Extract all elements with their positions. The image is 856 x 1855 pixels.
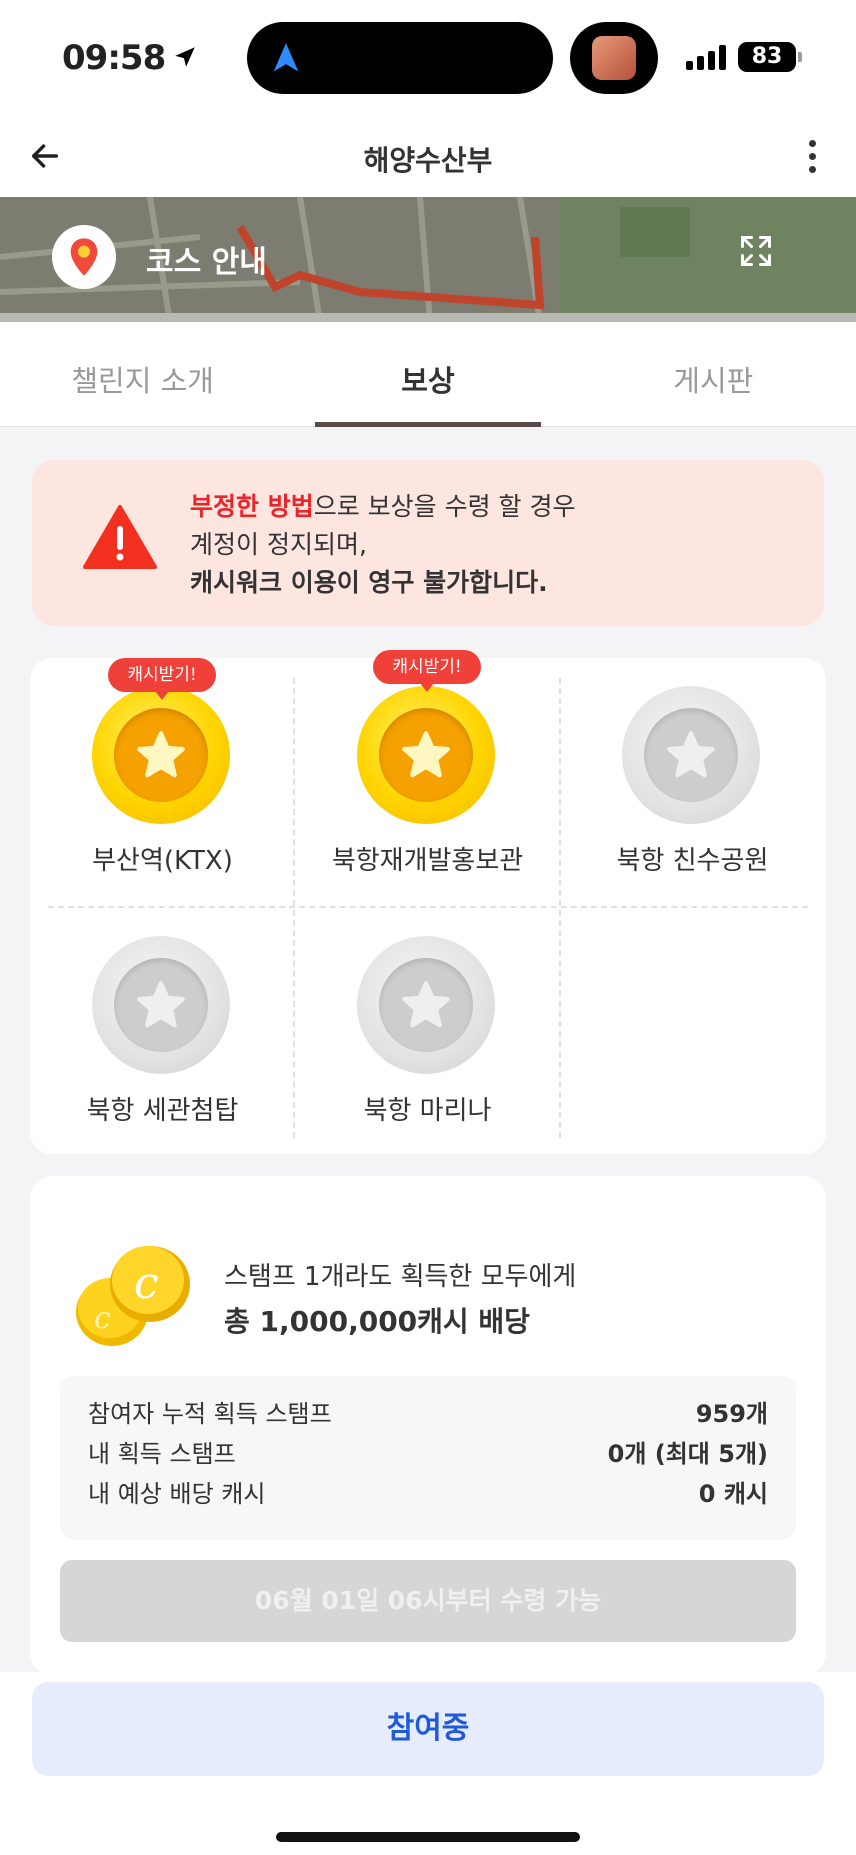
location-arrow-icon xyxy=(172,44,198,74)
stamp-label: 북항 마리나 xyxy=(363,1096,492,1126)
stat-label: 참여자 누적 획득 스탬프 xyxy=(88,1400,332,1428)
more-options-button[interactable] xyxy=(792,131,832,181)
status-time: 09:58 xyxy=(62,38,166,78)
warning-line3: 캐시워크 이용이 영구 불가합니다. xyxy=(190,568,548,597)
warning-text: 부정한 방법으로 보상을 수령 할 경우 계정이 정지되며, 캐시워크 이용이 … xyxy=(190,488,576,602)
reward-total: 총 1,000,000캐시 배당 xyxy=(224,1305,530,1338)
stat-value: 0 캐시 xyxy=(698,1480,768,1508)
stat-value: 959개 xyxy=(695,1400,768,1428)
participating-button[interactable]: 참여중 xyxy=(32,1682,824,1776)
stamp-label: 북항재개발홍보관 xyxy=(331,846,524,876)
claim-reward-button[interactable]: 06월 01일 06시부터 수령 가능 xyxy=(60,1560,796,1642)
star-icon xyxy=(667,731,715,778)
claim-cash-badge[interactable]: 캐시받기! xyxy=(108,658,216,700)
reward-description: 스탬프 1개라도 획득한 모두에게 xyxy=(224,1262,577,1292)
page-title: 해양수산부 xyxy=(363,144,493,177)
navigation-arrow-icon xyxy=(271,42,301,78)
claim-cash-badge[interactable]: 캐시받기! xyxy=(373,650,481,692)
home-indicator[interactable] xyxy=(276,1832,580,1842)
stamp-grid-card: 캐시받기! 부산역(KTX) 캐시받기! 북항재개발홍보관 북항 친수공원 북항… xyxy=(30,650,826,1154)
bottom-action-bar: 참여중 xyxy=(0,1672,856,1855)
stamp-item[interactable]: 북항 세관첨탑 xyxy=(30,906,295,1154)
map-background xyxy=(0,197,856,322)
stamp-coin-gold xyxy=(357,686,495,824)
stat-row: 내 획득 스탬프 0개 (최대 5개) xyxy=(88,1434,768,1474)
tab-challenge-intro[interactable]: 챌린지 소개 xyxy=(0,322,285,426)
battery-icon: 83 xyxy=(738,42,796,72)
svg-text:c: c xyxy=(134,1258,159,1309)
stat-row: 내 예상 배당 캐시 0 캐시 xyxy=(88,1474,768,1514)
star-icon xyxy=(402,731,450,778)
stamp-item[interactable]: 캐시받기! 부산역(KTX) xyxy=(30,658,295,906)
stamp-coin-locked xyxy=(92,936,230,1074)
course-map-banner[interactable]: 코스 안내 xyxy=(0,197,856,322)
stamp-item[interactable]: 북항 친수공원 xyxy=(560,658,825,906)
stamp-item[interactable]: 북항 마리나 xyxy=(295,906,560,1154)
warning-highlight: 부정한 방법 xyxy=(190,492,314,521)
reward-stats-box: 참여자 누적 획득 스탬프 959개 내 획득 스탬프 0개 (최대 5개) 내… xyxy=(60,1376,796,1540)
stamp-coin-gold xyxy=(92,686,230,824)
stamp-label: 부산역(KTX) xyxy=(92,846,233,876)
course-guide-label: 코스 안내 xyxy=(146,245,267,280)
warning-line1: 으로 보상을 수령 할 경우 xyxy=(313,492,576,521)
tab-reward[interactable]: 보상 xyxy=(285,322,570,427)
fraud-warning-banner: 부정한 방법으로 보상을 수령 할 경우 계정이 정지되며, 캐시워크 이용이 … xyxy=(32,460,824,626)
map-pin-icon xyxy=(52,225,116,289)
warning-icon xyxy=(82,504,158,574)
stamp-coin-locked xyxy=(357,936,495,1074)
status-bar: 09:58 83 xyxy=(0,0,856,115)
star-icon xyxy=(137,981,185,1028)
stat-value: 0개 (최대 5개) xyxy=(607,1440,768,1468)
stat-label: 내 예상 배당 캐시 xyxy=(88,1480,266,1508)
stat-label: 내 획득 스탬프 xyxy=(88,1440,236,1468)
reward-summary-card: c c 스탬프 1개라도 획득한 모두에게 총 1,000,000캐시 배당 참… xyxy=(30,1176,826,1676)
expand-icon xyxy=(741,236,771,266)
tab-board[interactable]: 게시판 xyxy=(571,322,856,426)
stamp-item[interactable]: 캐시받기! 북항재개발홍보관 xyxy=(295,650,560,906)
gold-coins-icon: c c xyxy=(70,1240,200,1354)
stamp-label: 북항 세관첨탑 xyxy=(86,1096,239,1126)
stamp-label: 북항 친수공원 xyxy=(616,846,769,876)
live-activity-app-icon xyxy=(570,22,658,94)
cellular-signal-icon xyxy=(686,44,726,70)
star-icon xyxy=(402,981,450,1028)
battery-tip xyxy=(798,52,802,62)
dynamic-island xyxy=(247,22,553,94)
warning-line2: 계정이 정지되며, xyxy=(190,530,367,559)
svg-text:c: c xyxy=(94,1301,111,1336)
stamp-coin-locked xyxy=(622,686,760,824)
star-icon xyxy=(137,731,185,778)
app-header: 해양수산부 xyxy=(0,115,856,197)
stat-row: 참여자 누적 획득 스탬프 959개 xyxy=(88,1394,768,1434)
tab-bar: 챌린지 소개 보상 게시판 xyxy=(0,322,856,427)
expand-map-button[interactable] xyxy=(738,233,774,269)
